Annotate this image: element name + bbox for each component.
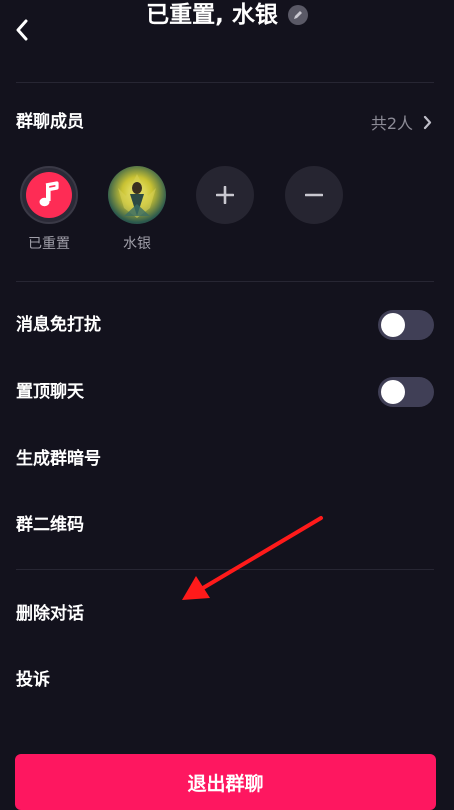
add-member-button[interactable] — [196, 166, 254, 224]
members-section-label: 群聊成员 — [16, 112, 84, 132]
title-row: 已重置, 水银 — [0, 0, 454, 30]
remove-member-button[interactable] — [285, 166, 343, 224]
exit-group-button[interactable]: 退出群聊 — [15, 754, 436, 810]
pin-chat-toggle[interactable] — [378, 377, 434, 407]
divider — [16, 82, 434, 83]
toggle-knob — [381, 313, 405, 337]
pin-chat-label: 置顶聊天 — [16, 382, 84, 402]
edit-title-button[interactable] — [287, 5, 308, 25]
group-qr-code-item[interactable]: 群二维码 — [16, 513, 84, 537]
member-name: 水银 — [123, 236, 151, 252]
plus-icon — [216, 186, 234, 204]
mute-notifications-toggle[interactable] — [378, 310, 434, 340]
mute-notifications-label: 消息免打扰 — [16, 315, 101, 335]
members-count-link[interactable]: 共2人 — [371, 110, 432, 134]
character-avatar-image — [118, 174, 156, 218]
report-item[interactable]: 投诉 — [16, 668, 50, 692]
exit-group-label: 退出群聊 — [187, 773, 264, 795]
member-count: 共2人 — [370, 114, 413, 133]
divider — [16, 569, 434, 570]
pencil-icon — [293, 11, 302, 19]
member-name: 已重置 — [28, 236, 70, 252]
member-item[interactable]: 水银 — [108, 166, 166, 253]
header-bar: 已重置, 水银 — [0, 0, 454, 60]
avatar — [108, 166, 166, 224]
toggle-knob — [381, 380, 405, 404]
divider — [16, 281, 434, 282]
chevron-right-icon — [423, 115, 432, 129]
music-note-icon — [39, 181, 59, 207]
member-item[interactable]: 已重置 — [20, 166, 78, 253]
generate-group-password-item[interactable]: 生成群暗号 — [16, 447, 101, 471]
page-title: 已重置, 水银 — [146, 2, 278, 28]
avatar — [20, 166, 78, 224]
delete-conversation-item[interactable]: 删除对话 — [16, 602, 84, 626]
minus-icon — [305, 193, 323, 197]
